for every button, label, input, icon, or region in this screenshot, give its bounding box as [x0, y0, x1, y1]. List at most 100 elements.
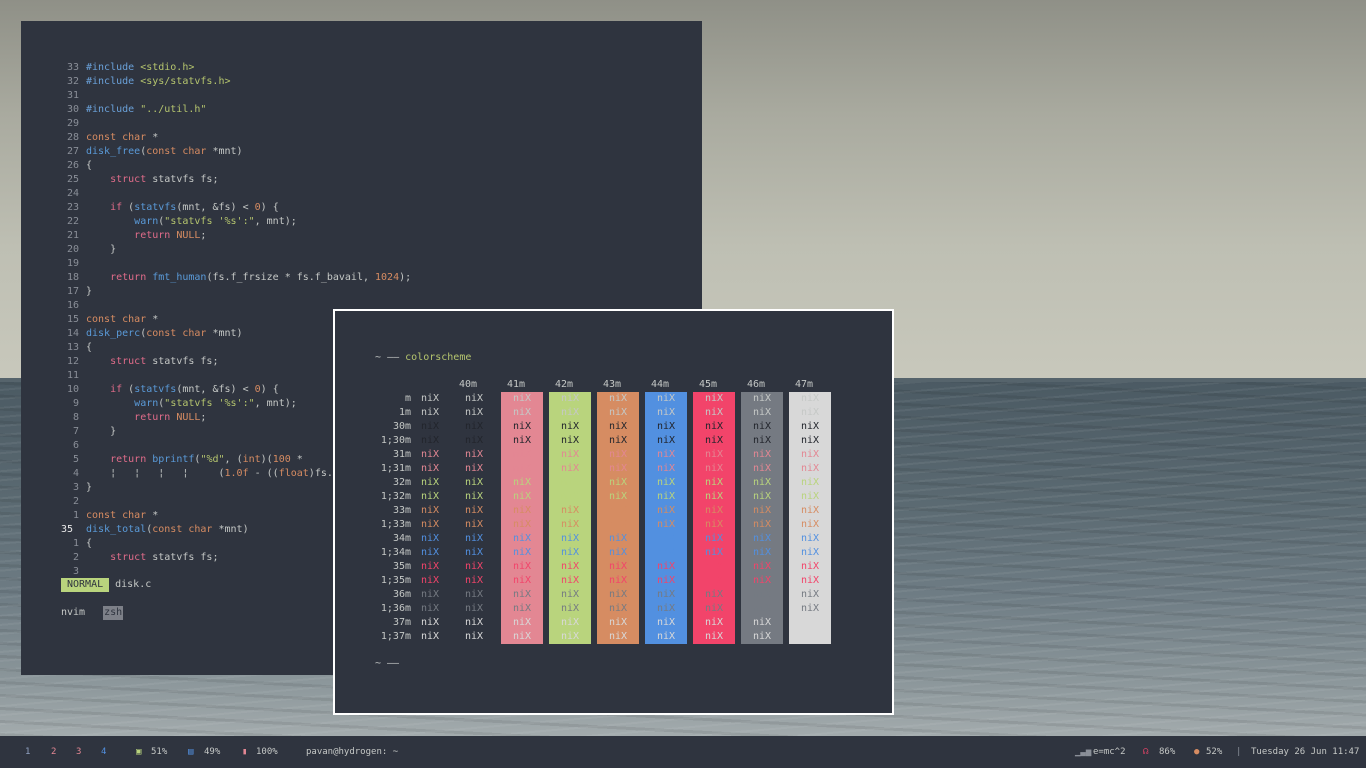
line-number: 2 — [72, 552, 79, 563]
color-sample: niX — [465, 435, 484, 446]
color-sample: niX — [561, 407, 580, 418]
code-line[interactable]: 30 #include "../util.h" — [61, 103, 411, 117]
color-sample: niX — [561, 449, 580, 460]
color-sample: niX — [801, 603, 820, 614]
color-sample: niX — [561, 393, 580, 404]
code-line[interactable]: 31 — [61, 89, 411, 103]
code-line[interactable]: 20 } — [61, 243, 411, 257]
prompt-command: colorscheme — [405, 352, 472, 363]
color-sample: niX — [561, 617, 580, 628]
shell-prompt-end[interactable]: ~ —— — [375, 657, 399, 671]
code-token: "../util.h" — [140, 104, 207, 115]
fg-label: 36m — [392, 589, 411, 600]
code-token: * — [146, 132, 159, 143]
color-sample: niX — [513, 491, 532, 502]
code-line[interactable]: 26 { — [61, 159, 411, 173]
line-text: struct statvfs fs; — [86, 173, 218, 187]
fg-label: 1;31m — [380, 463, 411, 474]
workspace-1[interactable]: 1 — [25, 736, 30, 768]
code-token: statvfs — [134, 384, 177, 395]
color-sample: niX — [657, 463, 676, 474]
line-number: 27 — [66, 146, 79, 157]
code-line[interactable]: 17} — [61, 285, 411, 299]
line-text: const char * — [86, 509, 158, 523]
color-sample: niX — [657, 533, 676, 544]
fg-label: 1m — [398, 407, 411, 418]
code-token: } — [86, 482, 93, 493]
tmux-window-zsh[interactable]: zsh — [103, 606, 124, 620]
code-line[interactable]: 23 if (statvfs(mnt, &fs) < 0) { — [61, 201, 411, 215]
code-line[interactable]: 24 — [61, 187, 411, 201]
color-sample: niX — [609, 589, 628, 600]
color-sample: niX — [513, 449, 532, 460]
code-token: struct — [110, 356, 147, 367]
tmux-window-nvim[interactable]: nvim — [61, 606, 85, 620]
line-number: 2 — [72, 496, 79, 507]
color-sample: niX — [513, 477, 532, 488]
fg-label: 1;32m — [380, 491, 411, 502]
color-sample: niX — [705, 407, 724, 418]
code-line[interactable]: 33 #include <stdio.h> — [61, 61, 411, 75]
color-sample: niX — [705, 589, 724, 600]
code-line[interactable]: 25 struct statvfs fs; — [61, 173, 411, 187]
color-sample: niX — [609, 421, 628, 432]
code-token: fmt_human — [152, 272, 207, 283]
volume-level[interactable]: 86% — [1159, 736, 1175, 768]
bg-header: 40m — [459, 379, 478, 390]
code-line[interactable]: 28 const char * — [61, 131, 411, 145]
line-number: 1 — [72, 538, 79, 549]
code-line[interactable]: 27 disk_free(const char *mnt) — [61, 145, 411, 159]
code-line[interactable]: 29 — [61, 117, 411, 131]
color-sample: niX — [801, 463, 820, 474]
brightness-level[interactable]: 52% — [1206, 736, 1222, 768]
code-token: "statvfs '%s':" — [164, 398, 255, 409]
color-sample: niX — [657, 421, 676, 432]
color-sample: niX — [609, 561, 628, 572]
colorscheme-terminal-window[interactable]: ~ —— colorscheme 40m 41m 42m 43m 44m 45m 46m 47… — [333, 309, 894, 715]
color-sample: niX — [513, 519, 532, 530]
color-sample: niX — [657, 617, 676, 628]
color-sample: niX — [801, 631, 820, 642]
color-sample: niX — [561, 533, 580, 544]
color-sample: niX — [609, 463, 628, 474]
line-number: 26 — [66, 160, 79, 171]
workspace-2[interactable]: 2 — [51, 736, 56, 768]
color-sample: niX — [421, 631, 440, 642]
code-token: * — [146, 314, 159, 325]
color-sample: niX — [561, 561, 580, 572]
workspace-4[interactable]: 4 — [101, 736, 106, 768]
code-token: NULL — [176, 230, 201, 241]
tmux-window-list[interactable]: nvim zsh — [61, 606, 124, 620]
workspace-3[interactable]: 3 — [76, 736, 81, 768]
code-token: statvfs fs; — [146, 174, 219, 185]
code-line[interactable]: 32 #include <sys/statvfs.h> — [61, 75, 411, 89]
code-token: struct — [110, 174, 147, 185]
code-token: ( — [206, 468, 225, 479]
color-sample: niX — [421, 561, 440, 572]
fg-label: 35m — [392, 561, 411, 572]
battery-level: 100% — [256, 747, 278, 757]
code-token: { — [86, 342, 93, 353]
color-sample: niX — [705, 477, 724, 488]
color-sample: niX — [753, 477, 772, 488]
color-sample: niX — [705, 463, 724, 474]
code-line[interactable]: 21 return NULL; — [61, 229, 411, 243]
line-number: 4 — [72, 468, 79, 479]
code-line[interactable]: 22 warn("statvfs '%s':", mnt); — [61, 215, 411, 229]
color-sample: niX — [609, 505, 628, 516]
code-token: if — [110, 384, 123, 395]
code-token: return — [134, 230, 171, 241]
fg-label: 1;30m — [380, 435, 411, 446]
line-text: return fmt_human(fs.f_frsize * fs.f_bava… — [86, 271, 411, 285]
color-sample: niX — [561, 631, 580, 642]
code-line[interactable]: 19 — [61, 257, 411, 271]
color-sample: niX — [753, 491, 772, 502]
color-sample: niX — [801, 519, 820, 530]
color-sample: niX — [513, 631, 532, 642]
color-sample: niX — [513, 575, 532, 586]
code-line[interactable]: 18 return fmt_human(fs.f_frsize * fs.f_b… — [61, 271, 411, 285]
fg-label: 1;33m — [380, 519, 411, 530]
color-sample: niX — [421, 533, 440, 544]
color-sample: niX — [801, 561, 820, 572]
